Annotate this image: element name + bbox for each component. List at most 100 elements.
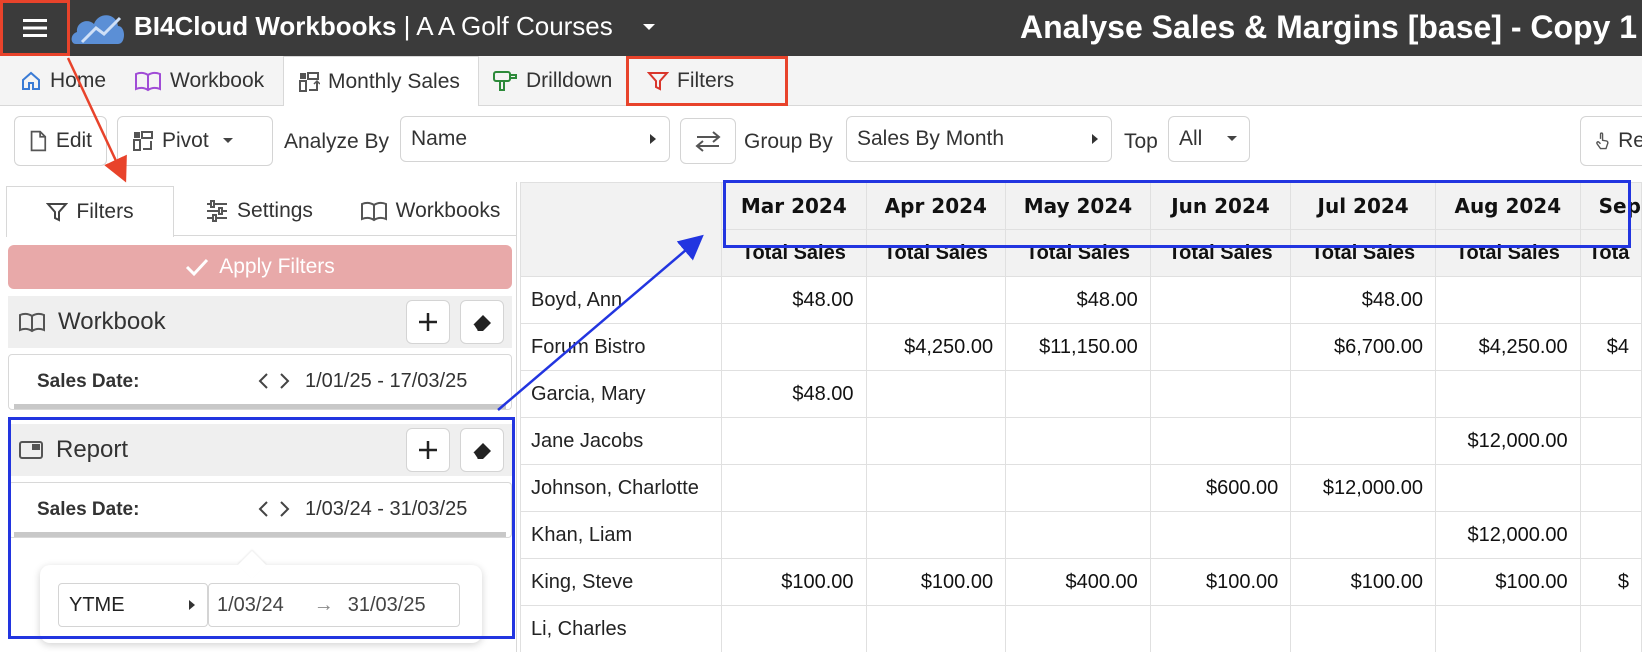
tab-workbook[interactable]: Workbook	[134, 56, 274, 106]
sales-cell[interactable]	[721, 323, 867, 371]
sales-cell[interactable]	[721, 464, 867, 512]
report-button[interactable]: Re	[1580, 116, 1642, 166]
sales-cell[interactable]: $11,150.00	[1005, 323, 1151, 371]
chevron-left-icon[interactable]	[257, 372, 271, 390]
apply-filters-button[interactable]: Apply Filters	[8, 245, 512, 289]
sales-cell[interactable]	[1149, 417, 1292, 465]
sales-cell[interactable]	[721, 417, 867, 465]
tab-drilldown[interactable]: Drilldown	[492, 56, 622, 106]
chevron-right-icon[interactable]	[277, 372, 291, 390]
table-row[interactable]: Khan, Liam $12,000.00	[520, 511, 1642, 559]
sales-cell[interactable]: $100.00	[1434, 558, 1581, 606]
sales-cell[interactable]: $12,000.00	[1290, 464, 1436, 512]
sales-cell[interactable]	[1149, 276, 1292, 324]
panel-tab-settings[interactable]: Settings	[174, 186, 344, 236]
sales-cell[interactable]: $100.00	[1149, 558, 1292, 606]
sales-cell[interactable]	[1149, 605, 1292, 652]
sales-cell[interactable]	[1579, 605, 1642, 652]
tab-filters[interactable]: Filters	[626, 56, 788, 106]
sales-cell[interactable]: $6,700.00	[1290, 323, 1436, 371]
sales-cell[interactable]	[865, 276, 1007, 324]
add-workbook-filter-button[interactable]	[406, 300, 450, 344]
sales-cell[interactable]	[1434, 370, 1581, 418]
clear-workbook-filters-button[interactable]	[460, 300, 504, 344]
hamburger-menu-button[interactable]	[0, 0, 70, 56]
sales-cell[interactable]	[865, 417, 1007, 465]
sales-cell[interactable]	[1149, 511, 1292, 559]
sales-cell[interactable]	[1434, 605, 1581, 652]
sales-cell[interactable]	[1290, 511, 1436, 559]
sales-cell[interactable]	[1005, 464, 1151, 512]
row-label[interactable]: Boyd, Ann	[520, 276, 723, 324]
sales-cell[interactable]	[1579, 370, 1642, 418]
tab-monthly-sales[interactable]: Monthly Sales	[283, 56, 479, 107]
table-row[interactable]: Boyd, Ann $48.00 $48.00 $48.00	[520, 276, 1642, 324]
panel-tab-workbooks[interactable]: Workbooks	[344, 186, 516, 236]
group-by-select[interactable]: Sales By Month	[846, 116, 1112, 162]
company-name: A A Golf Courses	[416, 11, 613, 41]
table-row[interactable]: King, Steve $100.00 $100.00 $400.00 $100.00 $…	[520, 558, 1642, 606]
sales-cell[interactable]	[865, 605, 1007, 652]
sales-cell[interactable]: $4	[1579, 323, 1642, 371]
sales-cell[interactable]	[1434, 276, 1581, 324]
sales-cell[interactable]: $600.00	[1149, 464, 1292, 512]
sales-cell[interactable]	[1579, 417, 1642, 465]
row-label[interactable]: King, Steve	[520, 558, 723, 606]
analyze-by-select[interactable]: Name	[400, 116, 670, 162]
row-label[interactable]: Johnson, Charlotte	[520, 464, 723, 512]
row-label[interactable]: Jane Jacobs	[520, 417, 723, 465]
row-label[interactable]: Forum Bistro	[520, 323, 723, 371]
sales-cell[interactable]: $48.00	[1290, 276, 1436, 324]
sales-cell[interactable]	[1579, 464, 1642, 512]
app-title[interactable]: BI4Cloud Workbooks | A A Golf Courses	[134, 11, 613, 42]
sales-cell[interactable]	[1579, 276, 1642, 324]
tab-home[interactable]: Home	[14, 56, 130, 106]
sales-cell[interactable]	[1290, 417, 1436, 465]
panel-tab-filters[interactable]: Filters	[6, 186, 174, 237]
sales-cell[interactable]: $400.00	[1005, 558, 1151, 606]
sales-cell[interactable]: $48.00	[721, 370, 867, 418]
sales-cell[interactable]: $	[1579, 558, 1642, 606]
sales-cell[interactable]	[865, 511, 1007, 559]
sales-cell[interactable]	[721, 605, 867, 652]
workbook-sales-date-filter[interactable]: Sales Date: 1/01/25 - 17/03/25	[8, 354, 512, 410]
date-nav-arrows[interactable]	[257, 372, 291, 396]
sales-cell[interactable]: $4,250.00	[865, 323, 1007, 371]
sales-cell[interactable]	[1005, 370, 1151, 418]
sales-cell[interactable]	[1434, 464, 1581, 512]
sales-cell[interactable]	[1005, 605, 1151, 652]
table-row[interactable]: Johnson, Charlotte $600.00 $12,000.00	[520, 464, 1642, 512]
sales-cell[interactable]	[1579, 511, 1642, 559]
sales-cell[interactable]: $100.00	[865, 558, 1007, 606]
sales-cell[interactable]: $100.00	[1290, 558, 1436, 606]
sales-cell[interactable]	[1290, 370, 1436, 418]
row-label[interactable]: Khan, Liam	[520, 511, 723, 559]
table-row[interactable]: Garcia, Mary $48.00	[520, 370, 1642, 418]
sales-cell[interactable]	[1290, 605, 1436, 652]
sales-cell[interactable]: $100.00	[721, 558, 867, 606]
row-label[interactable]: Li, Charles	[520, 605, 723, 652]
sales-cell[interactable]: $4,250.00	[1434, 323, 1581, 371]
report-title: Analyse Sales & Margins [base] - Copy 1	[1020, 9, 1638, 45]
sales-cell[interactable]	[1149, 370, 1292, 418]
sales-cell[interactable]	[1005, 511, 1151, 559]
tab-label: Workbook	[170, 69, 265, 92]
row-label[interactable]: Garcia, Mary	[520, 370, 723, 418]
table-row[interactable]: Jane Jacobs $12,000.00	[520, 417, 1642, 465]
table-row[interactable]: Forum Bistro $4,250.00 $11,150.00 $6,700.00…	[520, 323, 1642, 371]
edit-button[interactable]: Edit	[14, 116, 107, 166]
sales-cell[interactable]	[1149, 323, 1292, 371]
sales-cell[interactable]	[865, 370, 1007, 418]
pivot-button[interactable]: Pivot	[117, 116, 273, 166]
sales-cell[interactable]	[865, 464, 1007, 512]
sales-cell[interactable]: $48.00	[1005, 276, 1151, 324]
sales-cell[interactable]: $12,000.00	[1434, 511, 1581, 559]
sales-cell[interactable]	[1005, 417, 1151, 465]
sales-cell[interactable]: $48.00	[721, 276, 867, 324]
sales-cell[interactable]: $12,000.00	[1434, 417, 1581, 465]
caret-down-icon[interactable]	[640, 18, 658, 36]
top-select[interactable]: All	[1168, 116, 1250, 162]
table-row[interactable]: Li, Charles	[520, 605, 1642, 652]
sales-cell[interactable]	[721, 511, 867, 559]
swap-button[interactable]	[680, 118, 736, 164]
